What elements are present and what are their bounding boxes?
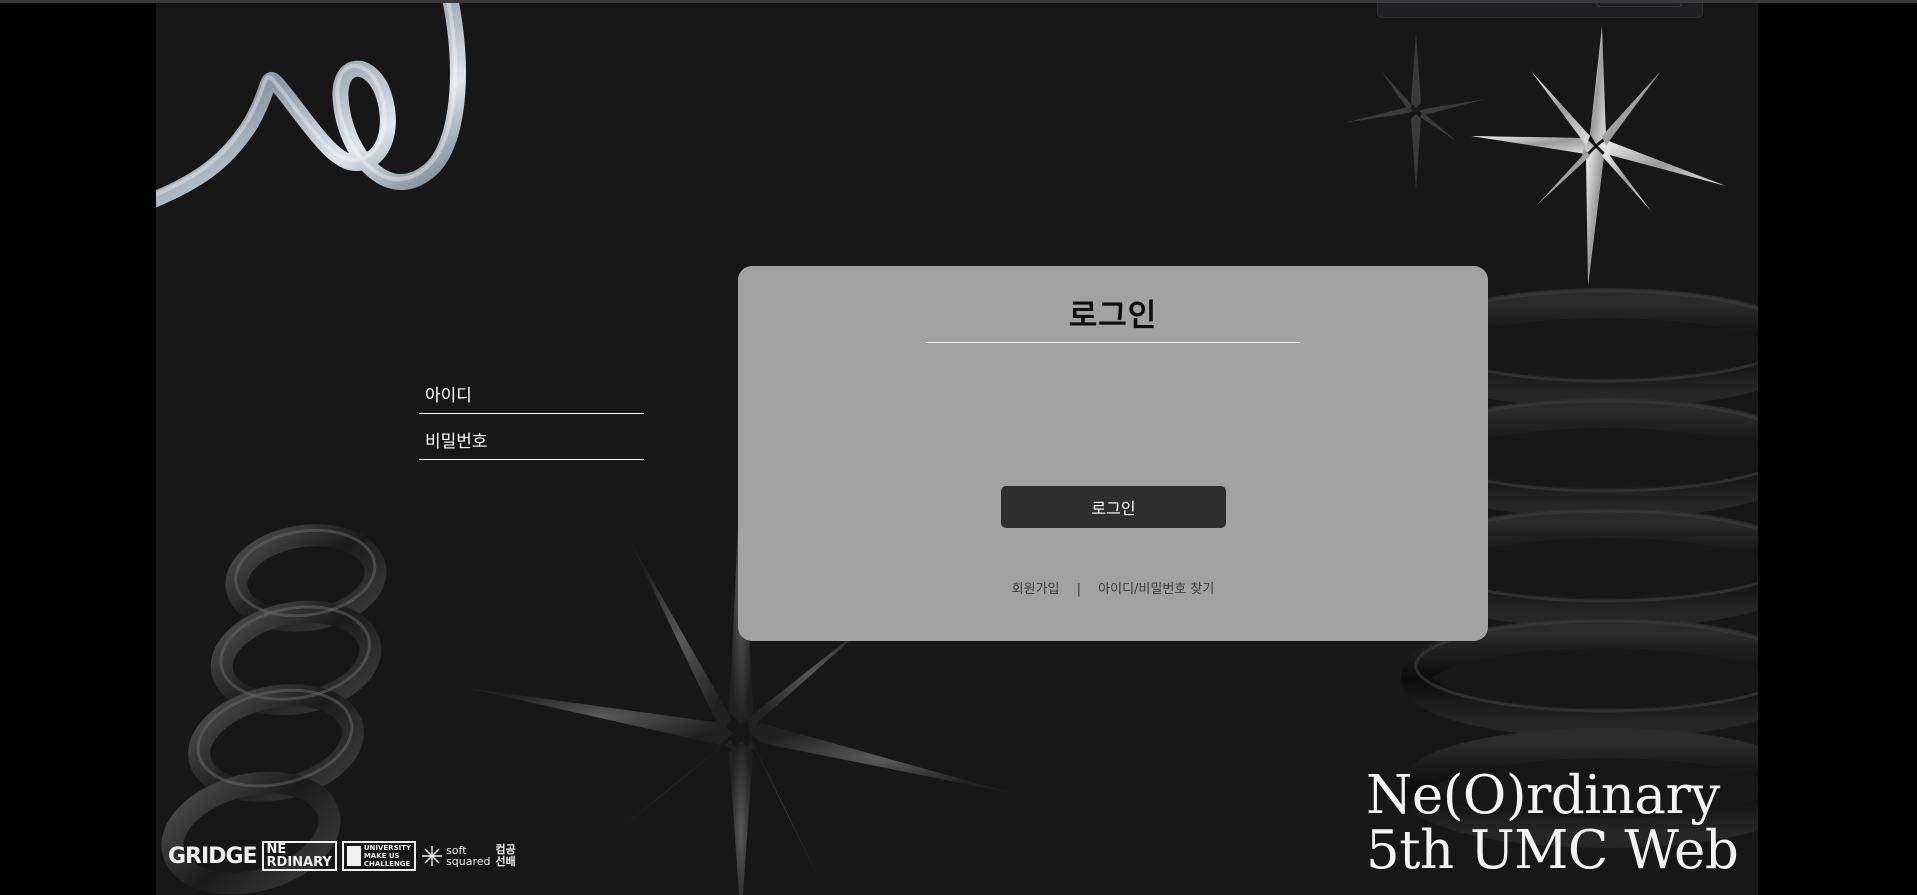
dark-chain-decoration (161, 524, 387, 895)
login-card: 로그인 로그인 회원가입 | 아이디/비밀번호 찾기 (738, 266, 1488, 641)
chrome-swirl-decoration (156, 3, 466, 208)
extension-panel-button[interactable] (1596, 3, 1682, 7)
umc-logo-mark (346, 846, 361, 866)
login-button[interactable]: 로그인 (1001, 486, 1226, 528)
login-title: 로그인 (1068, 298, 1158, 334)
umc-logo: UNIVERSITY MAKE US CHALLENGE (341, 841, 417, 871)
neordinary-logo-bottom: RDINARY (266, 855, 332, 870)
account-links: 회원가입 | 아이디/비밀번호 찾기 (738, 578, 1488, 597)
password-input[interactable] (419, 424, 644, 460)
link-separator: | (1076, 582, 1082, 597)
kk-logo-line-2: 선배 (495, 855, 516, 868)
brand-line-2: 5th UMC Web (1366, 820, 1739, 881)
brand-line-1: Ne(O)rdinary (1366, 765, 1720, 826)
signup-link[interactable]: 회원가입 (1012, 578, 1060, 597)
sponsor-logos: GRIDGE NE RDINARY UNIVERSITY MAKE US CHA… (168, 841, 516, 871)
softsquared-logo: soft squared (421, 845, 491, 868)
kk-logo: 컴공 선배 (496, 844, 516, 868)
small-star-decoration (1344, 33, 1486, 189)
card-star-decoration (738, 446, 898, 641)
softsquared-logo-line-2: squared (446, 855, 491, 868)
gridge-logo: GRIDGE (168, 843, 258, 869)
sunburst-icon (422, 846, 443, 866)
find-account-link[interactable]: 아이디/비밀번호 찾기 (1098, 578, 1214, 597)
umc-logo-line-1: UNIVERSITY (363, 844, 412, 852)
umc-logo-line-2: MAKE US (363, 852, 400, 860)
silver-star-decoration (1471, 26, 1726, 286)
login-page: 로그인 로그인 회원가입 | 아이디/비밀번호 찾기 Ne(O)rdinary … (156, 3, 1758, 895)
title-divider (926, 342, 1300, 343)
browser-extension-panel (1377, 3, 1703, 18)
brand-title: Ne(O)rdinary 5th UMC Web (1366, 765, 1739, 881)
neordinary-logo: NE RDINARY (261, 841, 337, 871)
umc-logo-line-3: CHALLENGE (363, 860, 411, 868)
id-input[interactable] (419, 378, 644, 414)
